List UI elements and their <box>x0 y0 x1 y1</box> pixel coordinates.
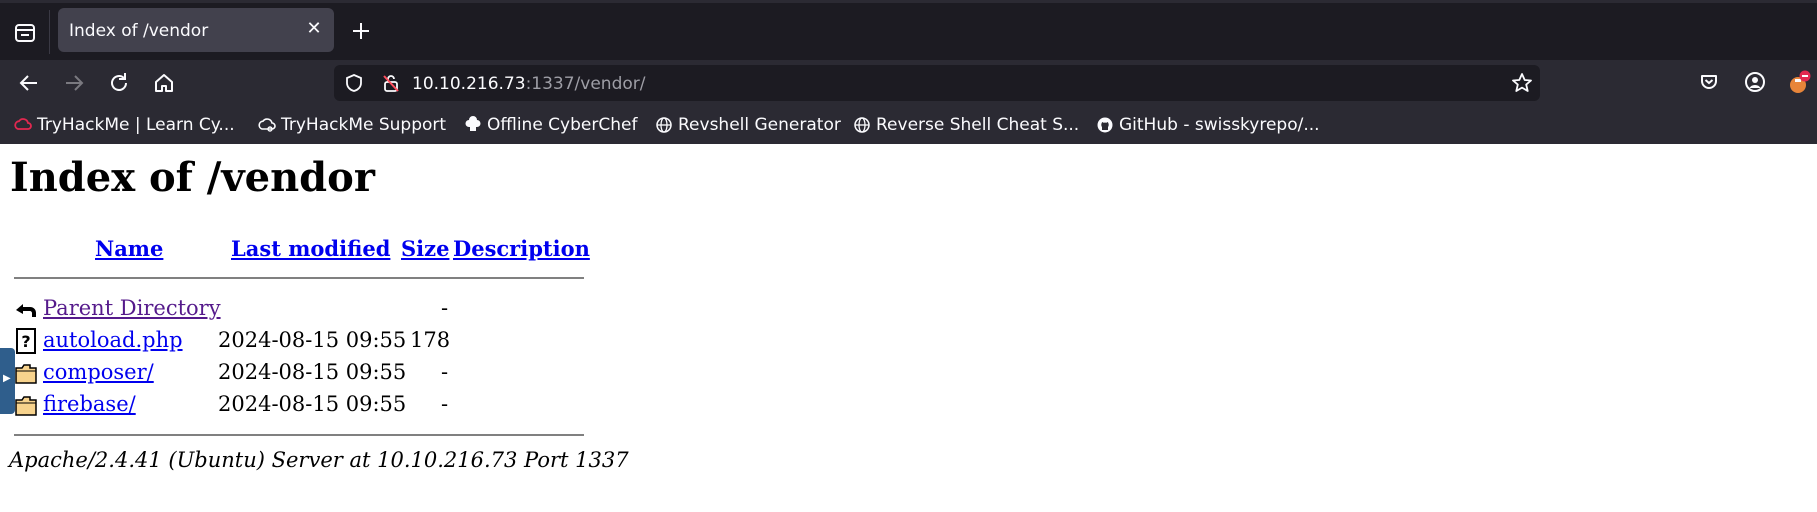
tab-bar: Index of /vendor ✕ <box>0 0 1817 60</box>
bookmark-label: TryHackMe | Learn Cy... <box>37 115 235 135</box>
table-divider-top <box>14 277 584 279</box>
bookmark-label: Revshell Generator <box>678 115 841 135</box>
window-top-edge <box>0 0 1817 3</box>
unknown-file-icon: ? <box>13 328 39 354</box>
forward-icon[interactable] <box>59 68 89 98</box>
home-icon[interactable] <box>149 68 179 98</box>
github-icon <box>1096 116 1114 134</box>
sidebar-drag-handle[interactable]: ▶ <box>0 348 15 414</box>
bookmark-reverse-shell-cheat-sheet[interactable]: Reverse Shell Cheat S... <box>853 115 1079 135</box>
cell-size: - <box>441 296 449 320</box>
link-parent-directory[interactable]: Parent Directory <box>43 296 221 320</box>
url-text[interactable]: 10.10.216.73:1337/vendor/ <box>412 74 645 94</box>
svg-text:?: ? <box>21 332 30 351</box>
bookmark-label: Offline CyberChef <box>487 115 638 135</box>
insecure-lock-icon[interactable] <box>381 73 401 93</box>
tab-title: Index of /vendor <box>69 21 209 41</box>
back-icon[interactable] <box>14 68 44 98</box>
folder-icon <box>13 360 39 386</box>
bookmark-star-icon[interactable] <box>1510 71 1534 95</box>
table-divider-bottom <box>14 434 584 436</box>
cell-size: 178 <box>410 328 451 352</box>
cloud-icon <box>258 116 276 134</box>
pocket-icon[interactable] <box>1695 68 1723 96</box>
bookmark-github-swisskyrepo[interactable]: GitHub - swisskyrepo/... <box>1096 115 1320 135</box>
bookmark-tryhackme[interactable]: TryHackMe | Learn Cy... <box>14 115 235 135</box>
close-tab-icon[interactable]: ✕ <box>304 19 324 39</box>
back-arrow-icon <box>13 296 39 322</box>
cell-last-modified: 2024-08-15 09:55 <box>218 328 407 352</box>
cell-size: - <box>441 392 449 416</box>
url-host: 10.10.216.73 <box>412 74 526 94</box>
page-content: Index of /vendor Name Last modified Size… <box>0 144 1817 512</box>
column-header-last-modified[interactable]: Last modified <box>231 236 390 261</box>
link-composer[interactable]: composer/ <box>43 360 154 384</box>
new-tab-icon[interactable] <box>348 18 374 44</box>
expand-arrow-icon: ▶ <box>3 373 11 384</box>
tracking-protection-shield-icon[interactable] <box>344 73 364 93</box>
navigation-toolbar: 10.10.216.73:1337/vendor/ <box>0 60 1817 106</box>
column-header-description[interactable]: Description <box>453 236 590 261</box>
globe-icon <box>655 116 673 134</box>
tryhackme-icon <box>14 116 32 134</box>
bookmark-tryhackme-support[interactable]: TryHackMe Support <box>258 115 446 135</box>
tab-divider <box>49 10 50 54</box>
account-icon[interactable] <box>1741 68 1769 96</box>
cell-last-modified: 2024-08-15 09:55 <box>218 392 407 416</box>
extension-icon[interactable] <box>1785 68 1813 96</box>
cell-last-modified: 2024-08-15 09:55 <box>218 360 407 384</box>
server-signature: Apache/2.4.41 (Ubuntu) Server at 10.10.2… <box>9 448 629 472</box>
folder-icon <box>13 392 39 418</box>
bookmark-label: Reverse Shell Cheat S... <box>876 115 1080 135</box>
globe-icon <box>853 116 871 134</box>
url-path: :1337/vendor/ <box>525 74 646 94</box>
cell-size: - <box>441 360 449 384</box>
link-firebase[interactable]: firebase/ <box>43 392 136 416</box>
address-bar[interactable]: 10.10.216.73:1337/vendor/ <box>334 65 1540 101</box>
bookmark-revshell-generator[interactable]: Revshell Generator <box>655 115 841 135</box>
active-tab[interactable]: Index of /vendor ✕ <box>58 8 334 52</box>
page-title: Index of /vendor <box>10 154 375 201</box>
link-autoload-php[interactable]: autoload.php <box>43 328 183 352</box>
column-header-name[interactable]: Name <box>95 236 163 261</box>
bookmark-label: GitHub - swisskyrepo/... <box>1119 115 1320 135</box>
bookmark-offline-cyberchef[interactable]: Offline CyberChef <box>464 115 637 135</box>
bookmarks-toolbar: TryHackMe | Learn Cy... TryHackMe Suppor… <box>0 106 1817 144</box>
bookmark-label: TryHackMe Support <box>281 115 447 135</box>
column-header-size[interactable]: Size <box>401 236 449 261</box>
reload-icon[interactable] <box>104 68 134 98</box>
tab-list-icon[interactable] <box>10 18 40 48</box>
chef-hat-icon <box>464 116 482 134</box>
